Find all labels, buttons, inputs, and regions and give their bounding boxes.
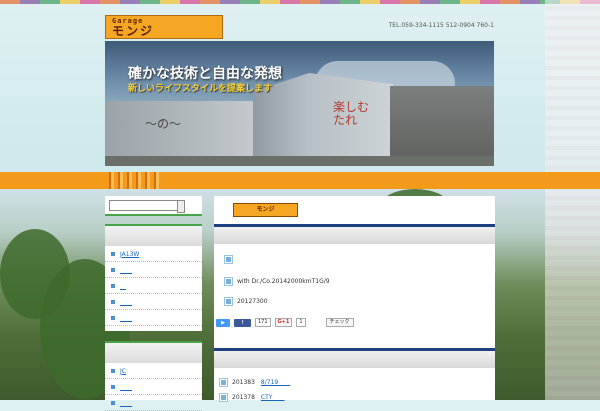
sidebar-menu-item[interactable]: ____ [105,263,202,278]
post-row: with Dr./Co.20142000kmT1G/9 [224,277,330,286]
post-title-bar [214,224,495,244]
gplus-button[interactable]: G+1 [274,318,293,327]
hero-subtitle: 新しいライフスタイルを提案します [128,84,273,94]
right-decor-stripes [545,0,600,400]
nav-bar-accent [105,172,160,189]
bullet-icon [111,284,115,288]
sidebar-menu-item[interactable]: JC [105,364,202,379]
mixi-check-button[interactable]: チェック [325,318,354,327]
contact-tel: TEL.059-334-1115 512-0904 760-1 [388,22,494,29]
bullet-icon [111,316,115,320]
tweet-button[interactable]: ▶ [216,318,230,327]
sidebar-menu-header [105,341,202,363]
post-link[interactable]: 8/719 [261,379,278,386]
main-content: モンジ with Dr./Co.20142000kmT1G/9 20127300… [214,196,495,402]
site-logo[interactable]: Garage モンジ [105,15,223,39]
search-input[interactable] [109,200,179,211]
post-logo-image: モンジ [233,203,298,217]
bullet-icon [111,252,115,256]
bullet-icon [111,401,115,405]
bullet-icon [111,369,115,373]
post-row: 20127300 [224,297,268,306]
top-decor-stripe [0,0,600,4]
sidebar-menu-2: JC ____ ____ [105,341,202,411]
square-bullet-icon [224,277,233,286]
post-list-item: 201383 8/719 ____ [219,378,290,387]
post-row [224,255,237,264]
search-button[interactable] [177,200,185,213]
sidebar-menu-item[interactable]: __ [105,279,202,294]
hero-banner: 楽しむ たれ 〜の〜 確かな技術と自由な発想 新しいライフスタイルを提案します [105,41,494,166]
sidebar-menu-item[interactable]: ____ [105,295,202,310]
facebook-like-button[interactable]: f [234,318,251,327]
bullet-icon [111,268,115,272]
hero-title: 確かな技術と自由な発想 [128,66,282,82]
search-widget [105,196,202,216]
sidebar-menu-item[interactable]: ____ [105,380,202,395]
bullet-icon [111,300,115,304]
sidebar-menu-item[interactable]: JA13W [105,247,202,262]
logo-text-main: モンジ [112,24,155,38]
square-bullet-icon [224,255,233,264]
sidebar-menu-item[interactable]: ____ [105,311,202,326]
square-bullet-icon [219,378,228,387]
sidebar-menu-header [105,224,202,246]
facebook-count: 171 [255,318,271,327]
sidebar-menu-1: JA13W ____ __ ____ ____ [105,224,202,331]
square-bullet-icon [224,297,233,306]
wall-graffiti: 〜の〜 [145,117,182,131]
bullet-icon [111,385,115,389]
sidebar-menu-item[interactable]: ____ [105,396,202,411]
building-graffiti: 楽しむ たれ [333,100,370,127]
share-buttons: ▶ f 171 G+1 1 チェック [216,318,354,327]
gplus-count: 1 [296,318,306,327]
post-title-bar-2 [214,348,495,368]
nav-bar [0,172,600,189]
